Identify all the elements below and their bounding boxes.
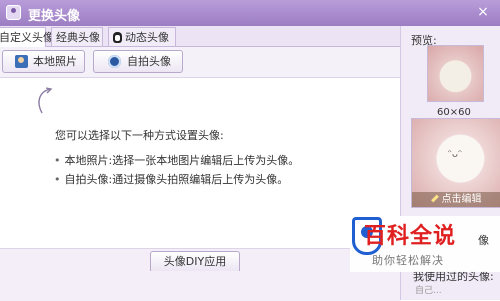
watermark-title: 百科全说 xyxy=(364,224,457,249)
app-icon xyxy=(6,5,21,20)
edit-button[interactable]: 点击编辑 xyxy=(412,192,500,207)
tab-label: 经典头像 xyxy=(56,31,100,44)
tab-custom-avatar[interactable]: 自定义头像 xyxy=(0,27,54,47)
main-panel: 您可以选择以下一种方式设置头像: • 本地照片:选择一张本地图片编辑后上传为头像。… xyxy=(0,78,400,248)
tab-bar: 自定义头像 经典头像 动态头像 xyxy=(0,26,400,47)
preview-large-image: ᵔᴗᵔ 点击编辑 xyxy=(411,118,500,208)
option-text: 本地照片:选择一张本地图片编辑后上传为头像。 xyxy=(64,154,300,167)
bottom-bar: 头像DIY应用 xyxy=(0,248,400,301)
selfie-button[interactable]: 自拍头像 xyxy=(93,50,183,73)
camera-icon xyxy=(108,55,121,68)
tab-label: 自定义头像 xyxy=(0,31,54,44)
local-photo-button[interactable]: 本地照片 xyxy=(2,50,85,73)
photo-icon xyxy=(15,55,28,68)
tab-classic-avatar[interactable]: 经典头像 xyxy=(51,27,103,46)
watermark: 百科全说 助你轻松解决 像 xyxy=(350,216,500,272)
selfie-label: 自拍头像 xyxy=(127,55,171,68)
arrow-icon xyxy=(38,87,53,114)
tab-animated-avatar[interactable]: 动态头像 xyxy=(108,27,176,46)
window-title: 更换头像 xyxy=(28,9,81,24)
toolbar: 本地照片 自拍头像 xyxy=(0,47,400,78)
intro-text: 您可以选择以下一种方式设置头像: xyxy=(55,129,224,142)
title-bar: 更换头像 × xyxy=(0,0,500,26)
cup-face-icon: ᵔᴗᵔ xyxy=(447,149,463,160)
used-avatar-item[interactable]: 自己... xyxy=(415,283,442,296)
diy-app-button[interactable]: 头像DIY应用 xyxy=(150,251,240,271)
penguin-icon xyxy=(113,32,122,43)
preview-size-label: 60×60 xyxy=(437,107,471,118)
option-local-photo: • 本地照片:选择一张本地图片编辑后上传为头像。 xyxy=(54,152,299,168)
preview-small-image xyxy=(427,45,484,102)
watermark-fragment: 像 xyxy=(478,234,489,247)
close-icon[interactable]: × xyxy=(474,3,492,21)
bullet: • xyxy=(54,154,61,167)
tab-label: 动态头像 xyxy=(125,31,169,44)
watermark-subtitle: 助你轻松解决 xyxy=(372,254,444,267)
local-photo-label: 本地照片 xyxy=(33,55,77,68)
option-selfie: • 自拍头像:通过摄像头拍照编辑后上传为头像。 xyxy=(54,171,288,187)
option-text: 自拍头像:通过摄像头拍照编辑后上传为头像。 xyxy=(64,173,289,186)
bullet: • xyxy=(54,173,61,186)
edit-label: 点击编辑 xyxy=(441,194,482,205)
pencil-icon xyxy=(430,194,439,203)
